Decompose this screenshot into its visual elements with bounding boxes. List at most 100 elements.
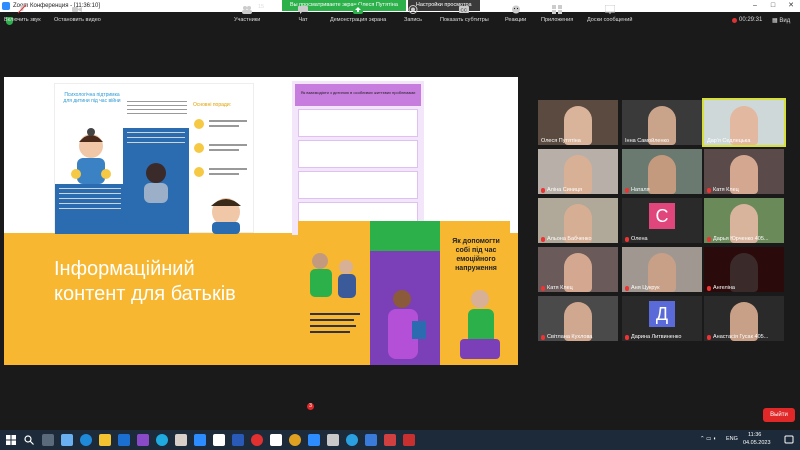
stop-video-button[interactable]: Остановить видео [54, 5, 101, 23]
participant-name-label: Аліна Синиця [541, 187, 582, 193]
view-button[interactable]: ▦ Вид [772, 17, 790, 24]
notes-app-icon[interactable] [270, 434, 282, 446]
participant-name-label: Олеся Путятіна [541, 138, 581, 144]
participant-tile[interactable]: Наталя [622, 149, 702, 194]
maximize-icon[interactable]: □ [764, 0, 782, 12]
sad-child-illustration [144, 163, 168, 203]
whiteboard-button[interactable]: Доски сообщений [587, 5, 632, 23]
participant-name: Ангеліна [713, 285, 735, 291]
participant-name: Світлана Кухлова [547, 334, 593, 340]
participant-tile[interactable]: Д Дарина Литвиненко [622, 296, 702, 341]
powerpoint-icon[interactable] [384, 434, 396, 446]
store-app-icon[interactable] [118, 434, 130, 446]
participant-tile[interactable]: Інна Самойленко [622, 100, 702, 145]
edge-browser-icon[interactable] [80, 434, 92, 446]
participant-name: Аліна Синиця [547, 187, 583, 193]
leaflet2-box [298, 140, 418, 168]
chat-button[interactable]: Чат [298, 5, 308, 23]
leaflet-interaction-with-child: Як взаємодіяти з дитиною в особливих жит… [292, 81, 424, 235]
whiteboard-label: Доски сообщений [587, 17, 633, 23]
participant-tile[interactable]: Аня Цукрук [622, 247, 702, 292]
outlook-icon[interactable] [213, 434, 225, 446]
opera-icon[interactable] [251, 434, 263, 446]
participant-tile[interactable]: С Олена [622, 198, 702, 243]
visual-studio-icon[interactable] [137, 434, 149, 446]
participant-tile[interactable]: Аліна Синиця [538, 149, 618, 194]
participant-name: Олеся Путятіна [541, 138, 581, 144]
participant-tile[interactable]: Дарья Юрченко 405... [704, 198, 784, 243]
mail-app-icon[interactable] [61, 434, 73, 446]
word-icon[interactable] [232, 434, 244, 446]
whiteboard-icon [604, 5, 615, 14]
file-explorer-icon[interactable] [99, 434, 111, 446]
reactions-label: Реакции [505, 17, 527, 23]
participant-name-label: Дарья Юрченко 405... [707, 236, 769, 242]
participants-label: Участники [234, 17, 261, 23]
leaflet3-green-header [370, 221, 440, 251]
clock-date[interactable]: 04.05.2023 [743, 440, 771, 446]
participant-name: Дар'я Седлецька [707, 138, 751, 144]
muted-mic-icon [541, 236, 545, 242]
zoom-app-taskbar-icon[interactable] [308, 434, 320, 446]
captions-label: Показать субтитры [440, 17, 489, 23]
photos-app-icon[interactable] [175, 434, 187, 446]
window-controls: – □ ✕ [746, 0, 800, 12]
windows-start-icon[interactable] [6, 435, 16, 445]
muted-mic-icon [625, 187, 629, 193]
zoom-taskbar-icon[interactable] [194, 434, 206, 446]
windows-taskbar: ⌃ ▭ ◖ ENG 11:36 04.05.2023 [0, 430, 800, 450]
apps-button[interactable]: Приложения [541, 5, 573, 23]
record-icon [408, 5, 418, 14]
stop-video-label: Остановить видео [54, 17, 101, 23]
participant-tile[interactable]: Катя Клец [538, 247, 618, 292]
leave-meeting-button[interactable]: Выйти [763, 408, 795, 422]
participant-name: Дарина Литвиненко [631, 334, 682, 340]
smiley-icon [511, 5, 520, 14]
leaflet1-title: Психологічна підтримка для дитини під ча… [63, 92, 121, 104]
leaflet-psychological-support: Психологічна підтримка для дитини під ча… [54, 83, 254, 234]
leaflet3-panel-left [298, 221, 370, 365]
participants-button[interactable]: Участники [234, 5, 260, 23]
pdf-reader-icon[interactable] [403, 434, 415, 446]
apps-icon [552, 5, 563, 14]
skype-icon[interactable] [156, 434, 168, 446]
participant-video [648, 155, 676, 194]
participant-tile[interactable]: Катя Клец [704, 149, 784, 194]
task-view-icon[interactable] [42, 434, 54, 446]
leaflet3-title: Як допомогти собі під час емоційного нап… [452, 238, 500, 272]
video-camera-icon [72, 7, 83, 12]
captions-icon: CC [459, 6, 470, 13]
participant-tile[interactable]: Альона Бабченко [538, 198, 618, 243]
share-screen-icon [353, 5, 364, 14]
shared-screen: Інформаційний контент для батьків Психол… [4, 77, 518, 365]
captions-button[interactable]: CC Показать субтитры [440, 5, 489, 23]
muted-mic-icon [707, 187, 711, 193]
share-screen-button[interactable]: Демонстрация экрана [330, 5, 386, 23]
reactions-button[interactable]: Реакции [505, 5, 526, 23]
notification-icon[interactable] [784, 435, 794, 445]
close-icon[interactable]: ✕ [782, 0, 800, 12]
participant-name-label: Катя Клец [541, 285, 573, 291]
unmute-button[interactable]: Включить звук [4, 5, 41, 23]
record-button[interactable]: Запись [404, 5, 422, 23]
app-icon[interactable] [327, 434, 339, 446]
participant-tile[interactable]: Ангеліна [704, 247, 784, 292]
tray-icons[interactable]: ⌃ ▭ ◖ [700, 436, 716, 442]
participant-tile[interactable]: Анастасія Гусак 405... [704, 296, 784, 341]
app-icon[interactable] [365, 434, 377, 446]
tips-list-illustration [194, 119, 247, 234]
participants-count: 15 [258, 4, 265, 10]
clock-time[interactable]: 11:36 [748, 432, 761, 438]
participant-tile[interactable]: Світлана Кухлова [538, 296, 618, 341]
chrome-icon[interactable] [289, 434, 301, 446]
minimize-icon[interactable]: – [746, 0, 764, 12]
participant-tile[interactable]: Дар'я Седлецька [702, 98, 786, 147]
participant-tile[interactable]: Олеся Путятіна [538, 100, 618, 145]
participant-name: Катя Клец [547, 285, 573, 291]
avatar-letter: Д [649, 301, 675, 327]
leaflet1-blue-panel [55, 184, 125, 234]
participant-name: Наталя [631, 187, 650, 193]
search-icon[interactable] [24, 435, 34, 445]
keyboard-language[interactable]: ENG [726, 436, 738, 442]
telegram-icon[interactable] [346, 434, 358, 446]
